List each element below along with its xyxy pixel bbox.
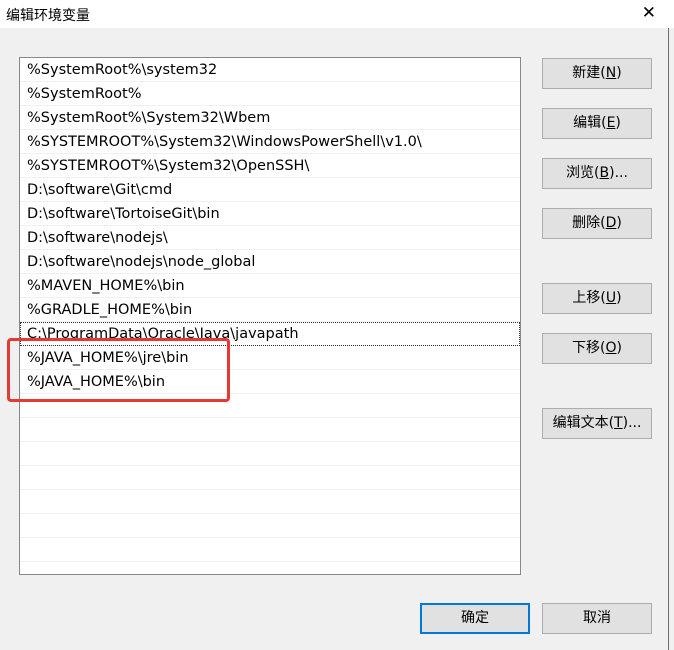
window-title: 编辑环境变量 [6,8,90,24]
list-item[interactable]: %SystemRoot%\system32 [20,58,520,82]
list-item[interactable] [20,418,520,442]
browse-button[interactable]: 浏览(B)... [542,158,652,189]
new-button[interactable]: 新建(N) [542,58,652,89]
list-item[interactable]: %JAVA_HOME%\jre\bin [20,346,520,370]
list-item[interactable]: %MAVEN_HOME%\bin [20,274,520,298]
list-item[interactable]: C:\ProgramData\Oracle\Java\javapath [20,322,520,346]
window-edge [668,28,669,650]
edit-text-button[interactable]: 编辑文本(T)... [542,408,652,439]
delete-button[interactable]: 删除(D) [542,208,652,239]
edit-button[interactable]: 编辑(E) [542,108,652,139]
list-item[interactable] [20,538,520,562]
list-item[interactable]: D:\software\nodejs\node_global [20,250,520,274]
cancel-button[interactable]: 取消 [542,603,652,634]
list-item[interactable] [20,466,520,490]
list-item[interactable] [20,562,520,574]
list-item[interactable]: %SystemRoot% [20,82,520,106]
list-item[interactable]: %JAVA_HOME%\bin [20,370,520,394]
list-item[interactable] [20,394,520,418]
move-up-button[interactable]: 上移(U) [542,283,652,314]
close-icon[interactable]: ✕ [642,3,656,23]
path-list[interactable]: %SystemRoot%\system32 %SystemRoot% %System… [19,57,521,575]
list-item[interactable]: %SYSTEMROOT%\System32\WindowsPowerShell\… [20,130,520,154]
ok-button[interactable]: 确定 [420,603,530,634]
list-item[interactable]: D:\software\nodejs\ [20,226,520,250]
move-down-button[interactable]: 下移(O) [542,333,652,364]
list-item[interactable]: D:\software\Git\cmd [20,178,520,202]
list-item[interactable]: D:\software\TortoiseGit\bin [20,202,520,226]
list-item[interactable] [20,442,520,466]
title-bar: 编辑环境变量 ✕ [0,0,674,28]
list-item[interactable]: %SYSTEMROOT%\System32\OpenSSH\ [20,154,520,178]
list-item[interactable] [20,514,520,538]
list-item[interactable]: %SystemRoot%\System32\Wbem [20,106,520,130]
list-item[interactable]: %GRADLE_HOME%\bin [20,298,520,322]
list-item[interactable] [20,490,520,514]
